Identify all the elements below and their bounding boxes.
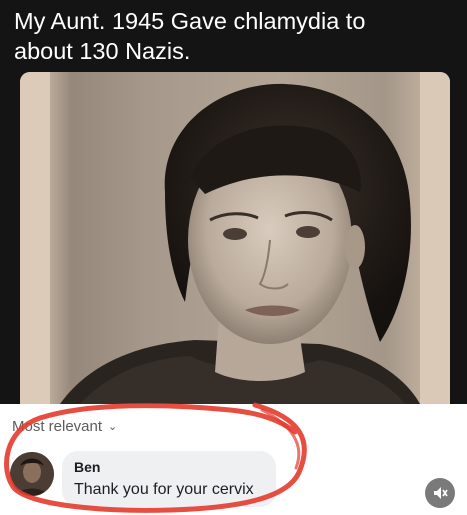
portrait-image	[20, 72, 450, 404]
profile-picture	[10, 452, 54, 496]
post-photo[interactable]	[20, 72, 450, 404]
comment-sort-dropdown[interactable]: Most relevant ⌄	[12, 418, 117, 435]
sort-label: Most relevant	[12, 418, 103, 435]
mute-button[interactable]	[425, 478, 455, 508]
comment-bubble: Ben Thank you for your cervix	[62, 451, 276, 507]
avatar[interactable]	[10, 452, 54, 496]
comment-text: Thank you for your cervix	[74, 481, 254, 498]
speaker-muted-icon	[434, 487, 448, 499]
post-media: My Aunt. 1945 Gave chlamydia to about 13…	[0, 0, 467, 404]
post-caption: My Aunt. 1945 Gave chlamydia to about 13…	[14, 8, 366, 64]
comment-author[interactable]: Ben	[74, 459, 100, 475]
chevron-down-icon: ⌄	[108, 421, 118, 433]
